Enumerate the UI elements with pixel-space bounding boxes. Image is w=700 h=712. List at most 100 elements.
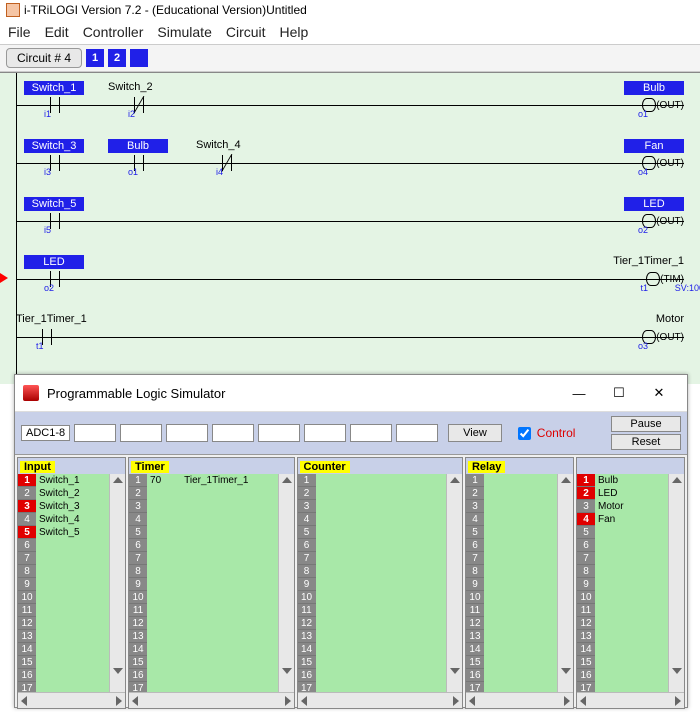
list-item[interactable]: 5 <box>466 526 557 539</box>
list-item[interactable]: 8 <box>298 565 446 578</box>
horizontal-scrollbar[interactable] <box>129 692 293 708</box>
list-item[interactable]: 2Switch_2 <box>18 487 109 500</box>
list-item[interactable]: 12 <box>129 617 277 630</box>
list-item[interactable]: 2 <box>129 487 277 500</box>
menu-edit[interactable]: Edit <box>45 24 69 40</box>
list-item[interactable]: 14 <box>466 643 557 656</box>
adc-input-7[interactable] <box>350 424 392 442</box>
list-item[interactable]: 6 <box>18 539 109 552</box>
list-item[interactable]: 13 <box>577 630 668 643</box>
vertical-scrollbar[interactable] <box>109 474 125 692</box>
list-item[interactable]: 10 <box>18 591 109 604</box>
horizontal-scrollbar[interactable] <box>18 692 125 708</box>
list-item[interactable]: 15 <box>129 656 277 669</box>
adc-input-5[interactable] <box>258 424 300 442</box>
list-item[interactable]: 13 <box>18 630 109 643</box>
list-item[interactable]: 6 <box>129 539 277 552</box>
list-item[interactable]: 16 <box>466 669 557 682</box>
list-item[interactable]: 16 <box>129 669 277 682</box>
list-item[interactable]: 6 <box>577 539 668 552</box>
list-item[interactable]: 11 <box>298 604 446 617</box>
list-item[interactable]: 17 <box>129 682 277 692</box>
vertical-scrollbar[interactable] <box>278 474 294 692</box>
list-item[interactable]: 2 <box>466 487 557 500</box>
list-item[interactable]: 5 <box>577 526 668 539</box>
menu-simulate[interactable]: Simulate <box>157 24 211 40</box>
rung-4[interactable]: LEDo2Tier_1Timer_1(TIM)t1SV:100 <box>0 247 700 305</box>
list-item[interactable]: 16 <box>298 669 446 682</box>
menu-file[interactable]: File <box>8 24 31 40</box>
list-item[interactable]: 9 <box>298 578 446 591</box>
list-item[interactable]: 8 <box>18 565 109 578</box>
list-item[interactable]: 10 <box>466 591 557 604</box>
menu-help[interactable]: Help <box>280 24 309 40</box>
list-item[interactable]: 1 <box>298 474 446 487</box>
list-item[interactable]: 8 <box>577 565 668 578</box>
list-item[interactable]: 14 <box>129 643 277 656</box>
rung-5[interactable]: Tier_1Timer_1t1Motor(OUT)o3 <box>0 305 700 363</box>
list-item[interactable]: 12 <box>298 617 446 630</box>
list-item[interactable]: 8 <box>129 565 277 578</box>
tool-square-2[interactable]: 2 <box>108 49 126 67</box>
list-item[interactable]: 9 <box>577 578 668 591</box>
list-item[interactable]: 7 <box>298 552 446 565</box>
list-item[interactable]: 170Tier_1Timer_1 <box>129 474 277 487</box>
tool-square-3[interactable] <box>130 49 148 67</box>
rung-3[interactable]: Switch_5i5LED(OUT)o2 <box>0 189 700 247</box>
list-item[interactable]: 4Switch_4 <box>18 513 109 526</box>
list-item[interactable]: 2LED <box>577 487 668 500</box>
list-item[interactable]: 14 <box>298 643 446 656</box>
list-item[interactable]: 17 <box>298 682 446 692</box>
adc-input-3[interactable] <box>166 424 208 442</box>
vertical-scrollbar[interactable] <box>557 474 573 692</box>
coil-icon[interactable]: (OUT) <box>642 97 684 112</box>
list-item[interactable]: 8 <box>466 565 557 578</box>
list-item[interactable]: 12 <box>466 617 557 630</box>
list-item[interactable]: 1 <box>466 474 557 487</box>
list-item[interactable]: 9 <box>466 578 557 591</box>
list-item[interactable]: 4 <box>466 513 557 526</box>
list-item[interactable]: 17 <box>577 682 668 692</box>
list-item[interactable]: 5Switch_5 <box>18 526 109 539</box>
list-item[interactable]: 2 <box>298 487 446 500</box>
list-item[interactable]: 12 <box>18 617 109 630</box>
control-checkbox[interactable]: Control <box>514 424 576 443</box>
horizontal-scrollbar[interactable] <box>466 692 573 708</box>
list-item[interactable]: 3Switch_3 <box>18 500 109 513</box>
list-item[interactable]: 10 <box>298 591 446 604</box>
rung-1[interactable]: Switch_1i1Switch_2i2Bulb(OUT)o1 <box>0 73 700 131</box>
list-item[interactable]: 7 <box>129 552 277 565</box>
list-item[interactable]: 6 <box>466 539 557 552</box>
list-item[interactable]: 13 <box>298 630 446 643</box>
list-item[interactable]: 12 <box>577 617 668 630</box>
list-item[interactable]: 3 <box>298 500 446 513</box>
pause-button[interactable]: Pause <box>611 416 681 432</box>
list-item[interactable]: 15 <box>577 656 668 669</box>
vertical-scrollbar[interactable] <box>446 474 462 692</box>
circuit-number-button[interactable]: Circuit # 4 <box>6 48 82 68</box>
adc-input-8[interactable] <box>396 424 438 442</box>
list-item[interactable]: 7 <box>577 552 668 565</box>
coil-icon[interactable]: (OUT) <box>642 213 684 228</box>
vertical-scrollbar[interactable] <box>668 474 684 692</box>
ladder-area[interactable]: Switch_1i1Switch_2i2Bulb(OUT)o1Switch_3i… <box>0 72 700 384</box>
menu-controller[interactable]: Controller <box>83 24 144 40</box>
list-item[interactable]: 13 <box>129 630 277 643</box>
list-item[interactable]: 4 <box>298 513 446 526</box>
list-item[interactable]: 15 <box>18 656 109 669</box>
rung-2[interactable]: Switch_3i3Bulbo1Switch_4i4Fan(OUT)o4 <box>0 131 700 189</box>
menu-circuit[interactable]: Circuit <box>226 24 266 40</box>
list-item[interactable]: 3 <box>466 500 557 513</box>
list-item[interactable]: 7 <box>18 552 109 565</box>
adc-input-1[interactable] <box>74 424 116 442</box>
list-item[interactable]: 1Switch_1 <box>18 474 109 487</box>
adc-input-2[interactable] <box>120 424 162 442</box>
control-checkbox-input[interactable] <box>518 427 531 440</box>
tool-square-1[interactable]: 1 <box>86 49 104 67</box>
list-item[interactable]: 15 <box>466 656 557 669</box>
adc-input-6[interactable] <box>304 424 346 442</box>
view-button[interactable]: View <box>448 424 502 442</box>
list-item[interactable]: 11 <box>577 604 668 617</box>
list-item[interactable]: 5 <box>129 526 277 539</box>
list-item[interactable]: 11 <box>129 604 277 617</box>
